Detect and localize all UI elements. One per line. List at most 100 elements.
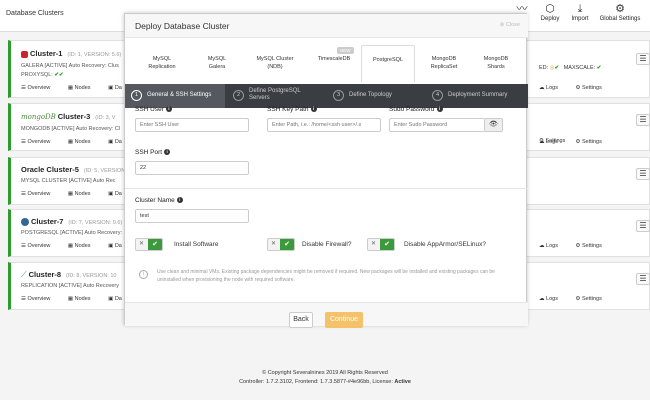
show-password-button[interactable]: 👁 xyxy=(485,118,503,132)
step-label-line: Define PostgreSQL xyxy=(249,88,301,94)
overview-label: Overview xyxy=(27,191,51,197)
dashboards-label: Da xyxy=(114,85,122,91)
install-software-toggle[interactable]: ✕ ✔ xyxy=(135,238,163,251)
overview-button[interactable]: ☰ Overview xyxy=(21,139,58,145)
cluster-actions: ☰ Overview ▦ Nodes ▣ Da xyxy=(21,296,138,302)
settings-label: Settings xyxy=(545,138,566,144)
back-button[interactable]: Back xyxy=(289,312,313,328)
dashboards-label: Da xyxy=(114,296,122,302)
deploy-cluster-modal: Deploy Database Cluster ⊗ Close MySQL Re… xyxy=(124,13,528,328)
nodes-button[interactable]: ▦ Nodes xyxy=(68,191,99,197)
cluster-menu-button[interactable]: ☰ xyxy=(636,273,650,285)
continue-button[interactable]: Continue xyxy=(325,312,363,328)
overview-label: Overview xyxy=(27,296,51,302)
ssh-port-input[interactable] xyxy=(135,161,249,175)
sudo-password-label: Sudo Password i xyxy=(389,106,443,113)
label-text: Cluster Name xyxy=(135,197,175,204)
overview-label: Overview xyxy=(27,139,51,145)
overview-button[interactable]: ☰ Overview xyxy=(21,85,58,91)
logs-button[interactable]: ☁ Logs xyxy=(539,85,566,91)
cluster-menu-button[interactable]: ☰ xyxy=(636,114,650,126)
label-text: SSH Port xyxy=(135,149,163,156)
cluster-right-actions: ☁ Logs ⚙ Settings xyxy=(539,243,618,249)
disable-firewall-toggle[interactable]: ✕ ✔ xyxy=(267,238,295,251)
step-general-ssh[interactable]: 1 General & SSH Settings xyxy=(125,84,225,108)
tab-mysql-replication[interactable]: MySQL Replication xyxy=(135,45,189,83)
cluster-actions: ☰ Overview ▦ Nodes ▣ Da xyxy=(21,85,138,91)
cluster-name-input[interactable] xyxy=(135,209,249,223)
step-number: 1 xyxy=(131,90,142,101)
tab-sublabel: Shards xyxy=(487,64,505,70)
sudo-password-input[interactable] xyxy=(389,118,485,132)
overview-button[interactable]: ☰ Overview xyxy=(21,243,58,249)
import-label: Import xyxy=(571,16,589,22)
settings-button[interactable]: ⚙ Settings xyxy=(576,85,610,91)
disable-apparmor-toggle[interactable]: ✕ ✔ xyxy=(367,238,395,251)
settings-button[interactable]: ⚙ Settings xyxy=(539,138,573,144)
x-icon: ✕ xyxy=(139,241,145,247)
deploy-button[interactable]: ⬡ Deploy xyxy=(538,3,562,29)
tab-label: MySQL xyxy=(152,56,172,62)
info-icon[interactable]: i xyxy=(164,149,171,155)
tab-mysql-galera[interactable]: MySQL Galera xyxy=(190,45,244,83)
tab-label: PostgreSQL xyxy=(373,57,403,63)
global-settings-button[interactable]: ⚙ Global Settings xyxy=(597,3,643,29)
cluster-menu-button[interactable]: ☰ xyxy=(636,168,650,180)
cluster-actions: ☰ Overview ▦ Nodes ▣ Da xyxy=(21,243,138,249)
nodes-button[interactable]: ▦ Nodes xyxy=(68,243,99,249)
tab-label: MySQL xyxy=(207,56,227,62)
modal-header: Deploy Database Cluster ⊗ Close xyxy=(125,14,528,38)
tab-mongodb-shards[interactable]: MongoDB Shards xyxy=(469,45,523,83)
overview-button[interactable]: ☰ Overview xyxy=(21,296,58,302)
cluster-status: GALERA [ACTIVE] Auto Recovery: Clus xyxy=(21,63,119,69)
tab-label: MySQL Cluster xyxy=(256,56,294,62)
info-icon[interactable]: i xyxy=(165,106,172,112)
info-icon[interactable]: i xyxy=(436,106,443,112)
ssh-port-label: SSH Port i xyxy=(135,149,171,156)
dashboards-label: Da xyxy=(114,139,122,145)
tab-postgresql[interactable]: PostgreSQL xyxy=(361,45,415,83)
nodes-button[interactable]: ▦ Nodes xyxy=(68,85,99,91)
settings-button[interactable]: ⚙ Settings xyxy=(576,296,610,302)
tab-sublabel: (NDB) xyxy=(267,64,283,70)
cluster-right-actions: ☁ Logs ⚙ Settings xyxy=(539,296,618,302)
ssh-key-path-input[interactable] xyxy=(267,118,381,132)
disable-firewall-label: Disable Firewall? xyxy=(302,241,352,248)
tab-mongodb-replicaset[interactable]: MongoDB ReplicaSet xyxy=(417,45,471,83)
settings-button[interactable]: ⚙ Settings xyxy=(576,243,610,249)
nodes-label: Nodes xyxy=(74,191,91,197)
menu-icon: ☰ xyxy=(639,169,647,178)
logs-button[interactable]: ☁ Logs xyxy=(539,243,566,249)
step-define-servers[interactable]: 2 Define PostgreSQL Servers xyxy=(229,84,329,108)
check-icon: ✔ xyxy=(380,239,394,250)
step-number: 4 xyxy=(432,90,443,101)
step-label-line: Servers xyxy=(249,95,270,101)
divider xyxy=(125,188,528,189)
step-deployment-summary[interactable]: 4 Deployment Summary xyxy=(430,84,528,108)
cluster-menu-button[interactable]: ☰ xyxy=(636,220,650,232)
cluster-name-label: Cluster Name i xyxy=(135,197,183,204)
label-text: SSH User xyxy=(135,106,164,113)
import-button[interactable]: ⤓ Import xyxy=(568,3,592,29)
topright-label: ED: xyxy=(539,65,549,71)
close-button[interactable]: ⊗ Close xyxy=(500,22,520,28)
cluster-status: REPLICATION [ACTIVE] Auto Recovery xyxy=(21,283,120,289)
nodes-button[interactable]: ▦ Nodes xyxy=(68,139,99,145)
ssh-user-input[interactable] xyxy=(135,118,249,132)
overview-button[interactable]: ☰ Overview xyxy=(21,191,58,197)
page-title: Database Clusters xyxy=(6,10,64,17)
logs-button[interactable]: ☁ Logs xyxy=(539,296,566,302)
cluster-topright-status: ED: ◎✔ MAXSCALE: ✔ xyxy=(539,65,601,71)
nodes-button[interactable]: ▦ Nodes xyxy=(68,296,99,302)
import-icon: ⤓ xyxy=(577,3,583,15)
cluster-name: Cluster-8 xyxy=(28,270,62,279)
cluster-title: Cluster-1 (ID: 1, VERSION: 5.6) xyxy=(21,49,121,58)
mongodb-logo-icon: mongoDB xyxy=(21,113,56,121)
info-icon[interactable]: i xyxy=(310,106,317,112)
maxscale-label: MAXSCALE: xyxy=(563,65,596,71)
cluster-menu-button[interactable]: ☰ xyxy=(636,53,650,65)
step-define-topology[interactable]: 3 Define Topology xyxy=(331,84,427,108)
tab-timescaledb[interactable]: NEW TimescaleDB xyxy=(307,45,361,83)
tab-mysql-cluster-ndb[interactable]: MySQL Cluster (NDB) xyxy=(245,45,305,83)
info-icon[interactable]: i xyxy=(176,197,183,203)
